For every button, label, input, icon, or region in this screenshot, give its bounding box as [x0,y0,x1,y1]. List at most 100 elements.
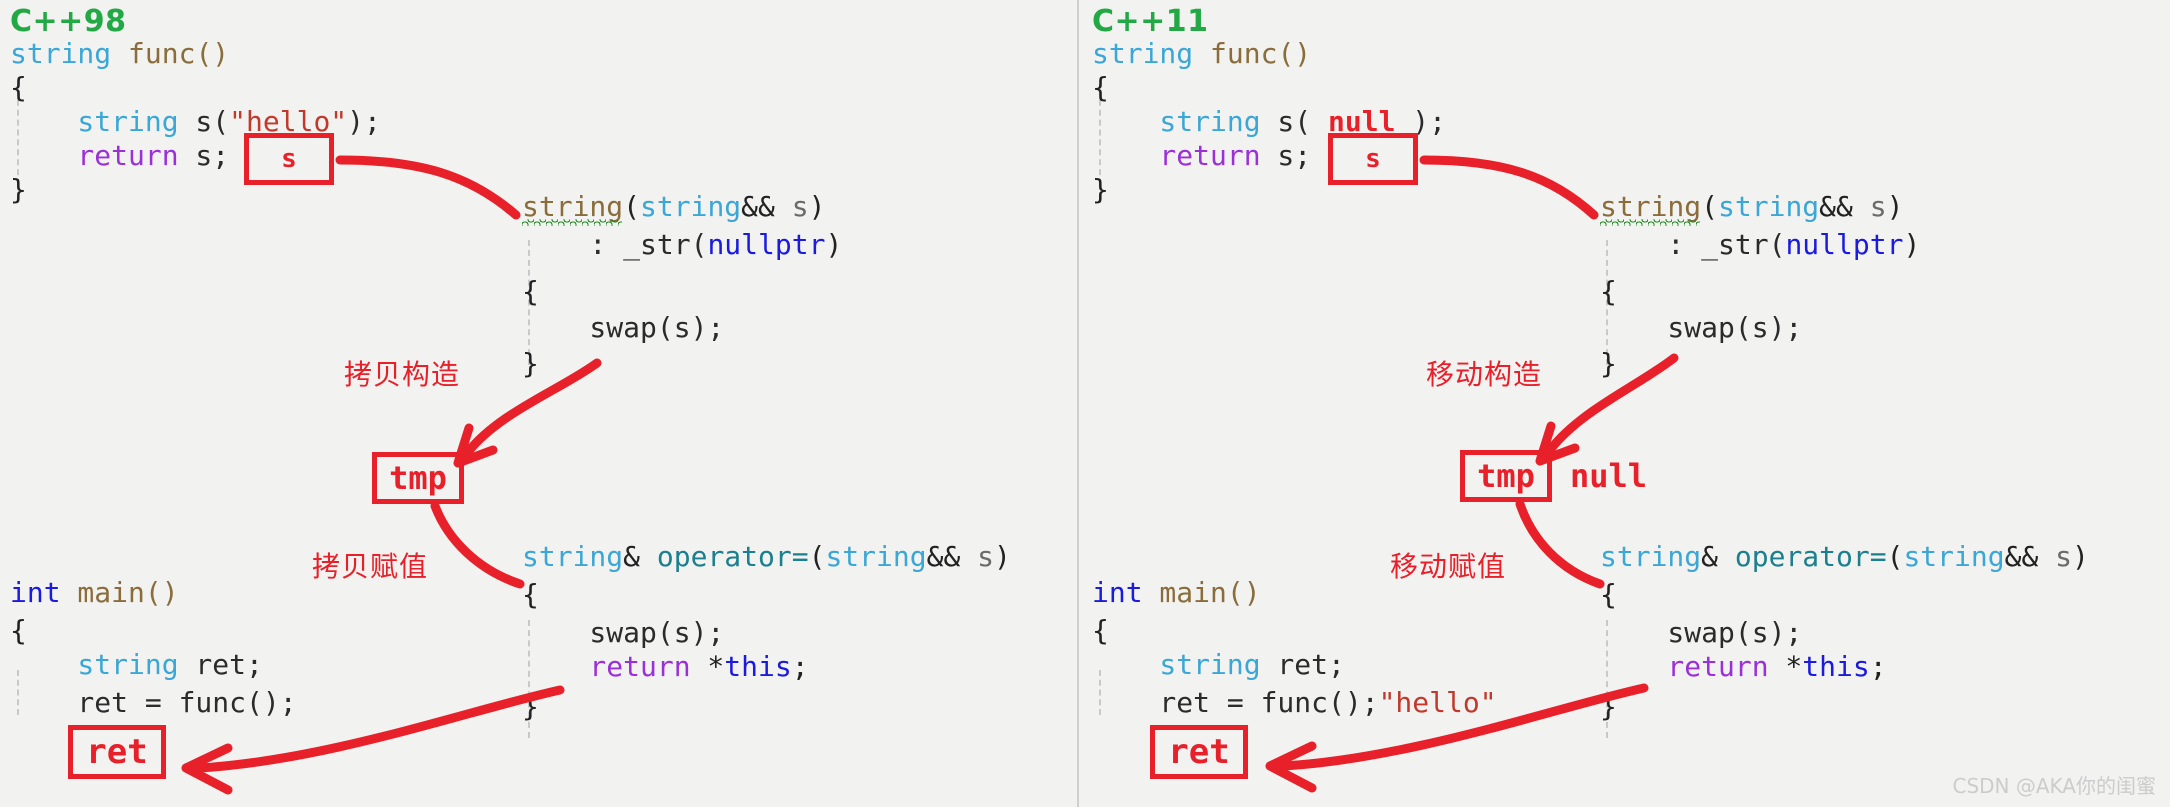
code-token-this: this [1802,650,1870,683]
code-token-var: ret; [1260,648,1345,681]
code-assign-return: return *this; [1600,650,1887,684]
box-tmp-label: tmp [1477,457,1535,495]
code-token-paren: ) [825,228,843,261]
code-token-extra-literal: "hello" [1378,686,1497,719]
code-token-param: s [1852,190,1887,223]
code-token-nullptr: nullptr [1785,228,1904,261]
code-assign-signature: string& operator=(string&& s) [1600,540,2089,574]
code-token-main: main() [1142,576,1261,609]
code-token-rvalue-ref: && [1819,190,1853,223]
box-ret-cpp11: ret [1150,725,1248,779]
code-token-param: s [774,190,809,223]
code-func-close-brace: } [10,173,27,206]
code-token-type: string [1092,37,1194,70]
code-main-decl: string ret; [1092,648,1345,682]
error-squiggle-underline [522,219,622,226]
code-token-deref: * [690,650,725,683]
panel-title-cpp98: C++98 [10,4,127,39]
code-ctor-close-brace: } [522,347,539,380]
code-token-main: main() [60,576,179,609]
code-func-signature: string func() [1092,37,1311,71]
code-token-type: string [1903,540,2005,573]
code-token-paren: ) [1903,228,1921,261]
code-ctor-close-brace: } [1600,347,1617,380]
code-token-paren: ) [1886,190,1904,223]
code-token-operator: operator= [656,540,809,573]
code-token-rvalue-ref: && [741,190,775,223]
code-token-type: string [825,540,927,573]
code-token-var: s; [1260,139,1312,172]
code-token-type: string [10,37,112,70]
code-token-return: return [1600,650,1769,683]
code-token-param: s [2038,540,2073,573]
code-assign-swap: swap(s); [522,616,725,649]
code-token-ref: & [623,540,657,573]
code-assign-open-brace: { [1600,578,1617,611]
code-func-open-brace: { [10,71,27,104]
code-token-func: func() [1193,37,1312,70]
code-token-paren: ) [2072,540,2089,573]
box-ret-label: ret [86,732,148,772]
code-token-rvalue-ref: && [926,540,961,573]
panel-title-cpp11: C++11 [1092,4,1209,39]
code-token-type: string [10,105,179,138]
code-func-close-brace: } [1092,173,1109,206]
code-token-return: return [10,139,179,172]
code-token-int: int [10,576,61,609]
code-token-type: string [522,540,624,573]
watermark: CSDN @AKA你的闺蜜 [1952,774,2156,798]
code-ctor-swap: swap(s); [522,311,725,344]
annotation-copy-construct: 拷贝构造 [344,358,461,391]
code-token-var: s; [178,139,230,172]
code-assign-signature: string& operator=(string&& s) [522,540,1011,574]
code-token-paren: ( [1701,190,1719,223]
code-token-this: this [724,650,792,683]
error-squiggle-underline [1600,219,1700,226]
code-token-var: s( [178,105,230,138]
code-token-int: int [1092,576,1143,609]
box-tmp-cpp98: tmp [372,452,464,504]
code-main-signature: int main() [1092,576,1261,610]
code-token-type: string [640,190,742,223]
code-token-func: func() [111,37,230,70]
code-token-ref: & [1701,540,1735,573]
code-token-nullptr: nullptr [707,228,826,261]
box-tmp-label: tmp [389,459,447,497]
code-token-paren: ( [1886,540,1904,573]
code-assign-open-brace: { [522,578,539,611]
code-token-return: return [1092,139,1261,172]
diagram-canvas: C++98 string func() { string s("hello");… [0,0,2170,807]
box-s-cpp11: s [1328,133,1418,185]
code-assign-close-brace: } [1600,690,1617,723]
code-token-semicolon: ; [1869,650,1887,683]
code-token-param: s [960,540,995,573]
code-main-open-brace: { [1092,614,1109,647]
code-main-call: ret = func();"hello" [1092,686,1497,720]
code-token-semicolon: ; [791,650,809,683]
code-token-paren: ) [808,190,826,223]
code-assign-close-brace: } [522,690,539,723]
code-token-operator: operator= [1734,540,1887,573]
box-ret-label: ret [1168,732,1230,772]
box-tmp-cpp11: tmp [1460,450,1552,502]
code-token-type: string [1600,540,1702,573]
code-token-type: string [1718,190,1820,223]
code-ctor-init-list: : _str(nullptr) [1600,228,1920,262]
code-token-paren: ( [808,540,826,573]
code-token-init: : _str( [1600,228,1786,261]
code-token-type: string [1092,648,1261,681]
code-token-var: s( [1260,105,1329,138]
code-token-assign-call: ret = func(); [1092,686,1379,719]
code-ctor-swap: swap(s); [1600,311,1803,344]
annotation-move-construct: 移动构造 [1426,358,1543,391]
code-token-rvalue-ref: && [2004,540,2039,573]
code-func-line-return: return s; [10,139,229,173]
code-main-signature: int main() [10,576,179,610]
code-main-open-brace: { [10,614,27,647]
code-ctor-open-brace: { [522,275,539,308]
box-s-label: s [1365,144,1381,174]
code-token-type: string [10,648,179,681]
code-token-deref: * [1768,650,1803,683]
code-token-paren: ( [623,190,641,223]
panel-cpp11: C++11 string func() { string s( null ); … [1078,0,2170,807]
